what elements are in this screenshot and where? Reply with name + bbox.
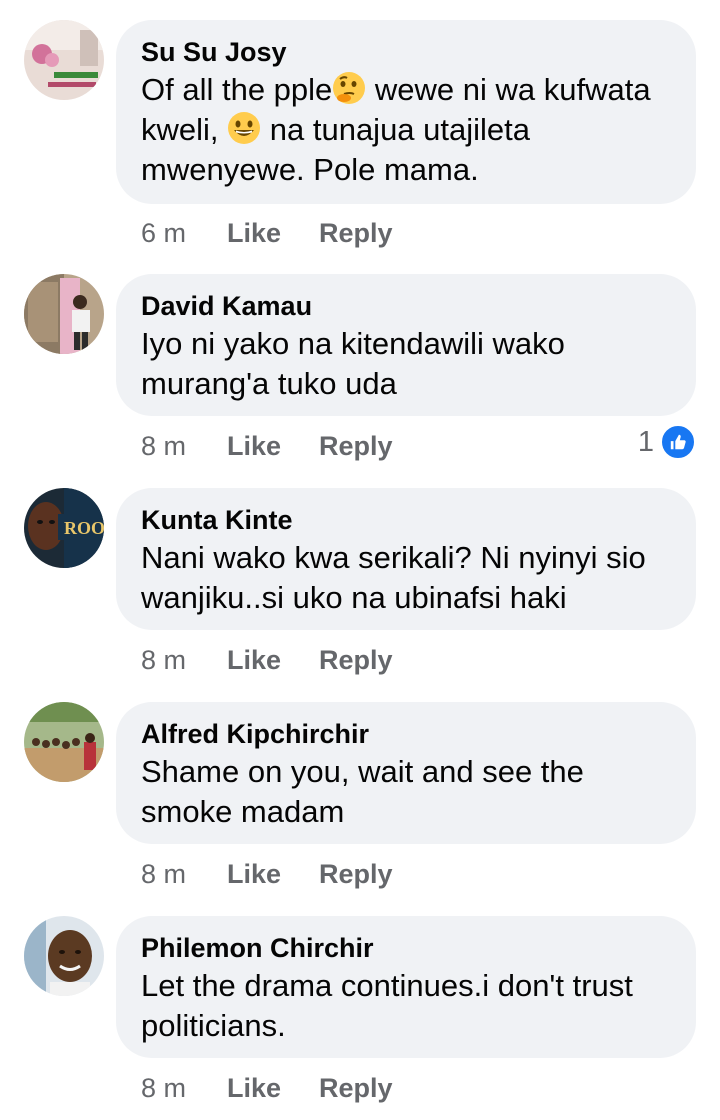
comment-author[interactable]: Philemon Chirchir — [141, 932, 672, 964]
thinking-face-emoji-icon — [332, 71, 366, 105]
avatar[interactable] — [24, 916, 104, 996]
comment-bubble: Su Su Josy Of all the pple wewe ni wa ku… — [116, 20, 696, 204]
reply-button[interactable]: Reply — [319, 644, 393, 676]
comment-time[interactable]: 8 m — [141, 644, 227, 676]
avatar-image — [24, 916, 104, 996]
comment-text: Let the drama continues.i don't trust po… — [141, 968, 633, 1043]
comment-text-part: Of all the pple — [141, 72, 333, 107]
like-button[interactable]: Like — [227, 430, 319, 462]
comment-author[interactable]: David Kamau — [141, 290, 672, 322]
comment-actions: 6 m Like Reply — [141, 217, 393, 249]
like-button[interactable]: Like — [227, 858, 319, 890]
avatar-image — [24, 20, 104, 100]
comment-author[interactable]: Alfred Kipchirchir — [141, 718, 672, 750]
comment-text: Nani wako kwa serikali? Ni nyinyi sio wa… — [141, 540, 646, 615]
avatar[interactable] — [24, 20, 104, 100]
comment-bubble: David Kamau Iyo ni yako na kitendawili w… — [116, 274, 696, 416]
avatar[interactable] — [24, 274, 104, 354]
reply-button[interactable]: Reply — [319, 217, 393, 249]
avatar-image: ROOT — [24, 488, 104, 568]
reply-button[interactable]: Reply — [319, 430, 393, 462]
comment-text: Of all the pple wewe ni wa kufwata kweli… — [141, 70, 672, 190]
avatar[interactable] — [24, 702, 104, 782]
comment-time[interactable]: 8 m — [141, 430, 227, 462]
reaction-summary[interactable]: 1 — [638, 424, 696, 460]
comment-time[interactable]: 8 m — [141, 858, 227, 890]
comment-time[interactable]: 8 m — [141, 1072, 227, 1104]
avatar-image — [24, 702, 104, 782]
comment-actions: 8 m Like Reply — [141, 858, 393, 890]
reaction-count: 1 — [637, 425, 654, 458]
comment-actions: 8 m Like Reply — [141, 644, 393, 676]
like-button[interactable]: Like — [227, 217, 319, 249]
comment-text: Shame on you, wait and see the smoke mad… — [141, 754, 584, 829]
grinning-face-emoji-icon — [227, 111, 261, 145]
comment-actions: 8 m Like Reply — [141, 1072, 393, 1104]
avatar-text: ROOT — [64, 518, 104, 538]
comment-actions: 8 m Like Reply — [141, 430, 393, 462]
avatar-image — [24, 274, 104, 354]
like-button[interactable]: Like — [227, 644, 319, 676]
avatar[interactable]: ROOT — [24, 488, 104, 568]
comment-bubble: Philemon Chirchir Let the drama continue… — [116, 916, 696, 1058]
comment-time[interactable]: 6 m — [141, 217, 227, 249]
reply-button[interactable]: Reply — [319, 1072, 393, 1104]
comment-bubble: Kunta Kinte Nani wako kwa serikali? Ni n… — [116, 488, 696, 630]
like-button[interactable]: Like — [227, 1072, 319, 1104]
comment-author[interactable]: Kunta Kinte — [141, 504, 672, 536]
comment-bubble: Alfred Kipchirchir Shame on you, wait an… — [116, 702, 696, 844]
comment-author[interactable]: Su Su Josy — [141, 36, 672, 68]
comment-text: Iyo ni yako na kitendawili wako murang'a… — [141, 326, 565, 401]
reply-button[interactable]: Reply — [319, 858, 393, 890]
thumbs-up-icon — [660, 424, 696, 460]
